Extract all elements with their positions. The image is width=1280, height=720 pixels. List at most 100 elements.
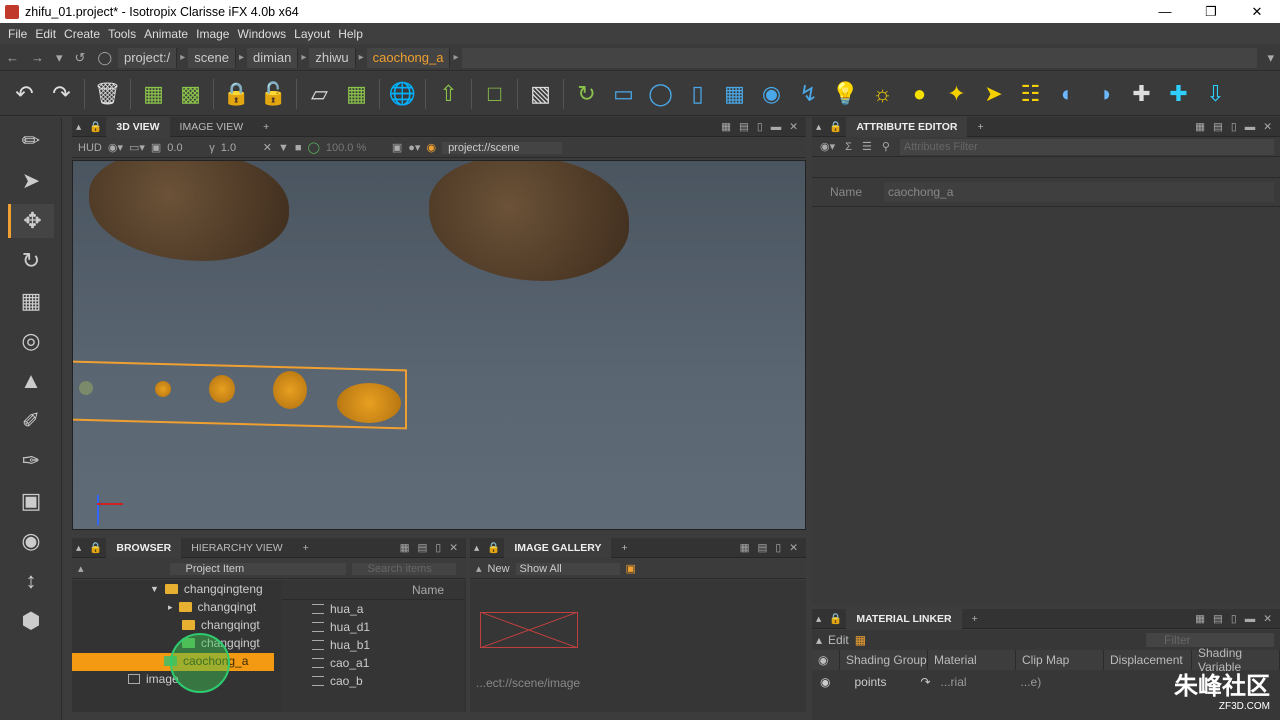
- material-icon[interactable]: ⬢: [8, 604, 54, 638]
- menu-file[interactable]: File: [4, 27, 31, 41]
- panel-lock-icon[interactable]: 🔒: [483, 541, 504, 554]
- tab-image-gallery[interactable]: IMAGE GALLERY: [504, 537, 612, 558]
- maximize-button[interactable]: ❐: [1188, 0, 1234, 23]
- clip-map-cell[interactable]: ...e): [1021, 675, 1081, 689]
- hud-toggle[interactable]: HUD: [78, 142, 102, 154]
- new-image-button[interactable]: New: [488, 563, 510, 575]
- image-thumbnail-placeholder[interactable]: [480, 612, 578, 648]
- list-item[interactable]: cao_b: [282, 672, 464, 690]
- paint-icon[interactable]: ✐: [8, 404, 54, 438]
- add-tab-button[interactable]: +: [253, 117, 279, 137]
- material-cell[interactable]: ...rial: [941, 675, 981, 689]
- eyedropper-icon[interactable]: ✏: [8, 124, 54, 158]
- panel-lock-icon[interactable]: 🔒: [85, 541, 106, 554]
- tab-hierarchy-view[interactable]: HIERARCHY VIEW: [181, 538, 292, 558]
- list-header[interactable]: Name: [282, 580, 464, 600]
- layout-icon-2[interactable]: ▤: [417, 542, 427, 554]
- show-all-select[interactable]: Show All: [515, 562, 620, 575]
- forward-arrow-icon[interactable]: →: [25, 50, 50, 65]
- tree-item[interactable]: ▼ changqingteng: [150, 580, 263, 598]
- panel-collapse-icon[interactable]: ▴: [470, 542, 483, 554]
- box-icon[interactable]: ▱: [301, 76, 338, 112]
- grid-icon[interactable]: ▦: [716, 76, 753, 112]
- menu-layout[interactable]: Layout: [290, 27, 334, 41]
- tools-icon[interactable]: ✕: [263, 141, 272, 154]
- sphere-shade-icon[interactable]: ●▾: [408, 141, 420, 154]
- path-scene[interactable]: scene: [188, 47, 236, 68]
- panel-lock-icon[interactable]: 🔒: [825, 120, 846, 133]
- chat-icon[interactable]: □: [476, 76, 513, 112]
- layout-icon-4[interactable]: ▬: [771, 121, 782, 133]
- row-visibility-icon[interactable]: ◉: [820, 675, 830, 689]
- sphere-icon[interactable]: ◉: [753, 76, 790, 112]
- tree-item[interactable]: changqingt: [182, 616, 260, 634]
- menu-animate[interactable]: Animate: [140, 27, 192, 41]
- undo-icon[interactable]: ↶: [6, 76, 43, 112]
- add-tab-button[interactable]: +: [962, 609, 988, 629]
- path-dropdown-icon[interactable]: ▾: [1261, 50, 1280, 66]
- layout-icon-2[interactable]: ▤: [1213, 121, 1223, 133]
- yellow-sphere-icon[interactable]: ●: [901, 76, 938, 112]
- cylinder-icon[interactable]: ▯: [679, 76, 716, 112]
- ocean-icon[interactable]: ◐: [1049, 76, 1086, 112]
- close-panel-icon[interactable]: ✕: [789, 121, 798, 133]
- brush-icon[interactable]: ✑: [8, 444, 54, 478]
- layout-icon-1[interactable]: ▦: [1195, 121, 1205, 133]
- list-icon[interactable]: ☰: [862, 140, 872, 153]
- bracket-icon[interactable]: ☷: [1012, 76, 1049, 112]
- col-clip-map[interactable]: Clip Map: [1016, 650, 1104, 670]
- list-item[interactable]: hua_a: [282, 600, 464, 618]
- panel-collapse-icon[interactable]: ▴: [812, 613, 825, 625]
- stamp-icon[interactable]: ▲: [8, 364, 54, 398]
- tab-attribute-editor[interactable]: ATTRIBUTE EDITOR: [846, 116, 968, 137]
- path-zhiwu[interactable]: zhiwu: [309, 47, 356, 68]
- search-items-input[interactable]: Search items: [351, 562, 456, 575]
- layout-icon-4[interactable]: ▬: [1245, 613, 1256, 625]
- menu-edit[interactable]: Edit: [31, 27, 60, 41]
- render-icon[interactable]: ◯: [308, 141, 320, 154]
- unlock-icon[interactable]: 🔓: [255, 76, 292, 112]
- add-tab-button[interactable]: +: [293, 538, 319, 558]
- spotlight-icon[interactable]: ➤: [975, 76, 1012, 112]
- table-row[interactable]: ◉ points ↷ ...rial ...e): [812, 672, 1081, 692]
- collapse-icon[interactable]: ▴: [816, 633, 822, 647]
- flashlight-icon[interactable]: ✦: [938, 76, 975, 112]
- col-material[interactable]: Material: [928, 650, 1016, 670]
- menu-tools[interactable]: Tools: [104, 27, 140, 41]
- filter-icon[interactable]: ▼: [278, 142, 289, 154]
- path-project[interactable]: project:/: [118, 47, 178, 68]
- close-button[interactable]: ✕: [1234, 0, 1280, 23]
- import-icon[interactable]: ⇧: [430, 76, 467, 112]
- tab-material-linker[interactable]: MATERIAL LINKER: [846, 608, 962, 629]
- cross-icon[interactable]: ✚: [1123, 76, 1160, 112]
- gamma-value[interactable]: 1.0: [221, 142, 257, 154]
- path-dimian[interactable]: dimian: [247, 47, 299, 68]
- history-icon[interactable]: ↺: [69, 50, 92, 66]
- list-item[interactable]: hua_b1: [282, 636, 464, 654]
- up-arrow-icon[interactable]: ▴: [78, 562, 84, 575]
- collapse-icon[interactable]: ▴: [476, 562, 482, 575]
- sum-icon[interactable]: Σ: [845, 141, 852, 153]
- exposure-value[interactable]: 0.0: [167, 142, 203, 154]
- move-icon[interactable]: ✥: [8, 204, 54, 238]
- tree-item[interactable]: ▸ changqingt: [168, 598, 256, 616]
- sun-icon[interactable]: ☼: [864, 76, 901, 112]
- exposure-icon[interactable]: ▣: [151, 141, 161, 154]
- tab-3d-view[interactable]: 3D VIEW: [106, 116, 170, 137]
- panel-lock-icon[interactable]: 🔒: [85, 120, 106, 133]
- globe-icon[interactable]: 🌐: [384, 76, 421, 112]
- lock-context-icon[interactable]: ◯: [91, 50, 118, 66]
- gamma-icon[interactable]: γ: [209, 142, 215, 154]
- edit-icon[interactable]: ▦: [855, 633, 866, 647]
- zoom-value[interactable]: 100.0 %: [326, 142, 386, 154]
- layout-icon-3[interactable]: ▯: [1231, 121, 1237, 133]
- select-arrow-icon[interactable]: ➤: [8, 164, 54, 198]
- rotate-icon[interactable]: ↻: [8, 244, 54, 278]
- layout-icon-2[interactable]: ▤: [757, 542, 767, 554]
- eye-icon[interactable]: ◉: [426, 141, 436, 154]
- layout-icon[interactable]: ▦: [338, 76, 375, 112]
- frame-icon[interactable]: ▣: [8, 484, 54, 518]
- ungroup-icon[interactable]: ▩: [172, 76, 209, 112]
- close-panel-icon[interactable]: ✕: [449, 542, 458, 554]
- layout-icon-1[interactable]: ▦: [1195, 613, 1205, 625]
